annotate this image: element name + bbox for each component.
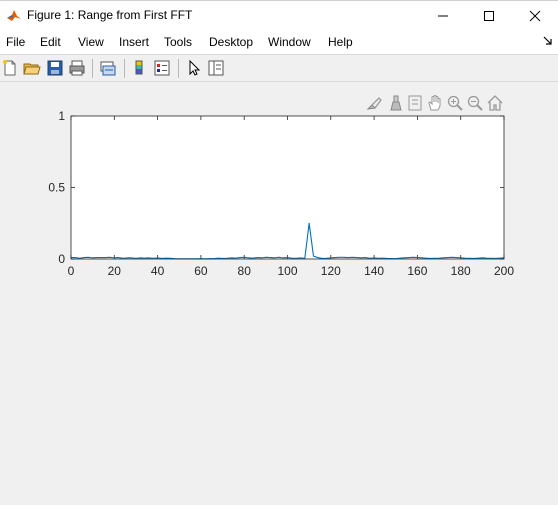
x-tick-label: 140 [364,264,384,278]
plot-area: 0 20 40 60 80 100 120 140 160 180 200 0 0.5 1 [48,109,514,278]
x-tick-label: 20 [108,264,122,278]
x-tick-label: 100 [277,264,297,278]
x-tick-label: 80 [238,264,252,278]
y-tick-label: 1 [58,109,65,123]
x-tick-label: 160 [407,264,427,278]
x-tick-label: 200 [494,264,514,278]
y-tick-label: 0 [58,252,65,266]
x-tick-label: 0 [68,264,75,278]
x-tick-label: 60 [194,264,208,278]
y-tick-label: 0.5 [48,181,65,195]
x-tick-label: 180 [451,264,471,278]
axes-background [71,116,504,259]
x-tick-label: 120 [321,264,341,278]
x-tick-label: 40 [151,264,165,278]
